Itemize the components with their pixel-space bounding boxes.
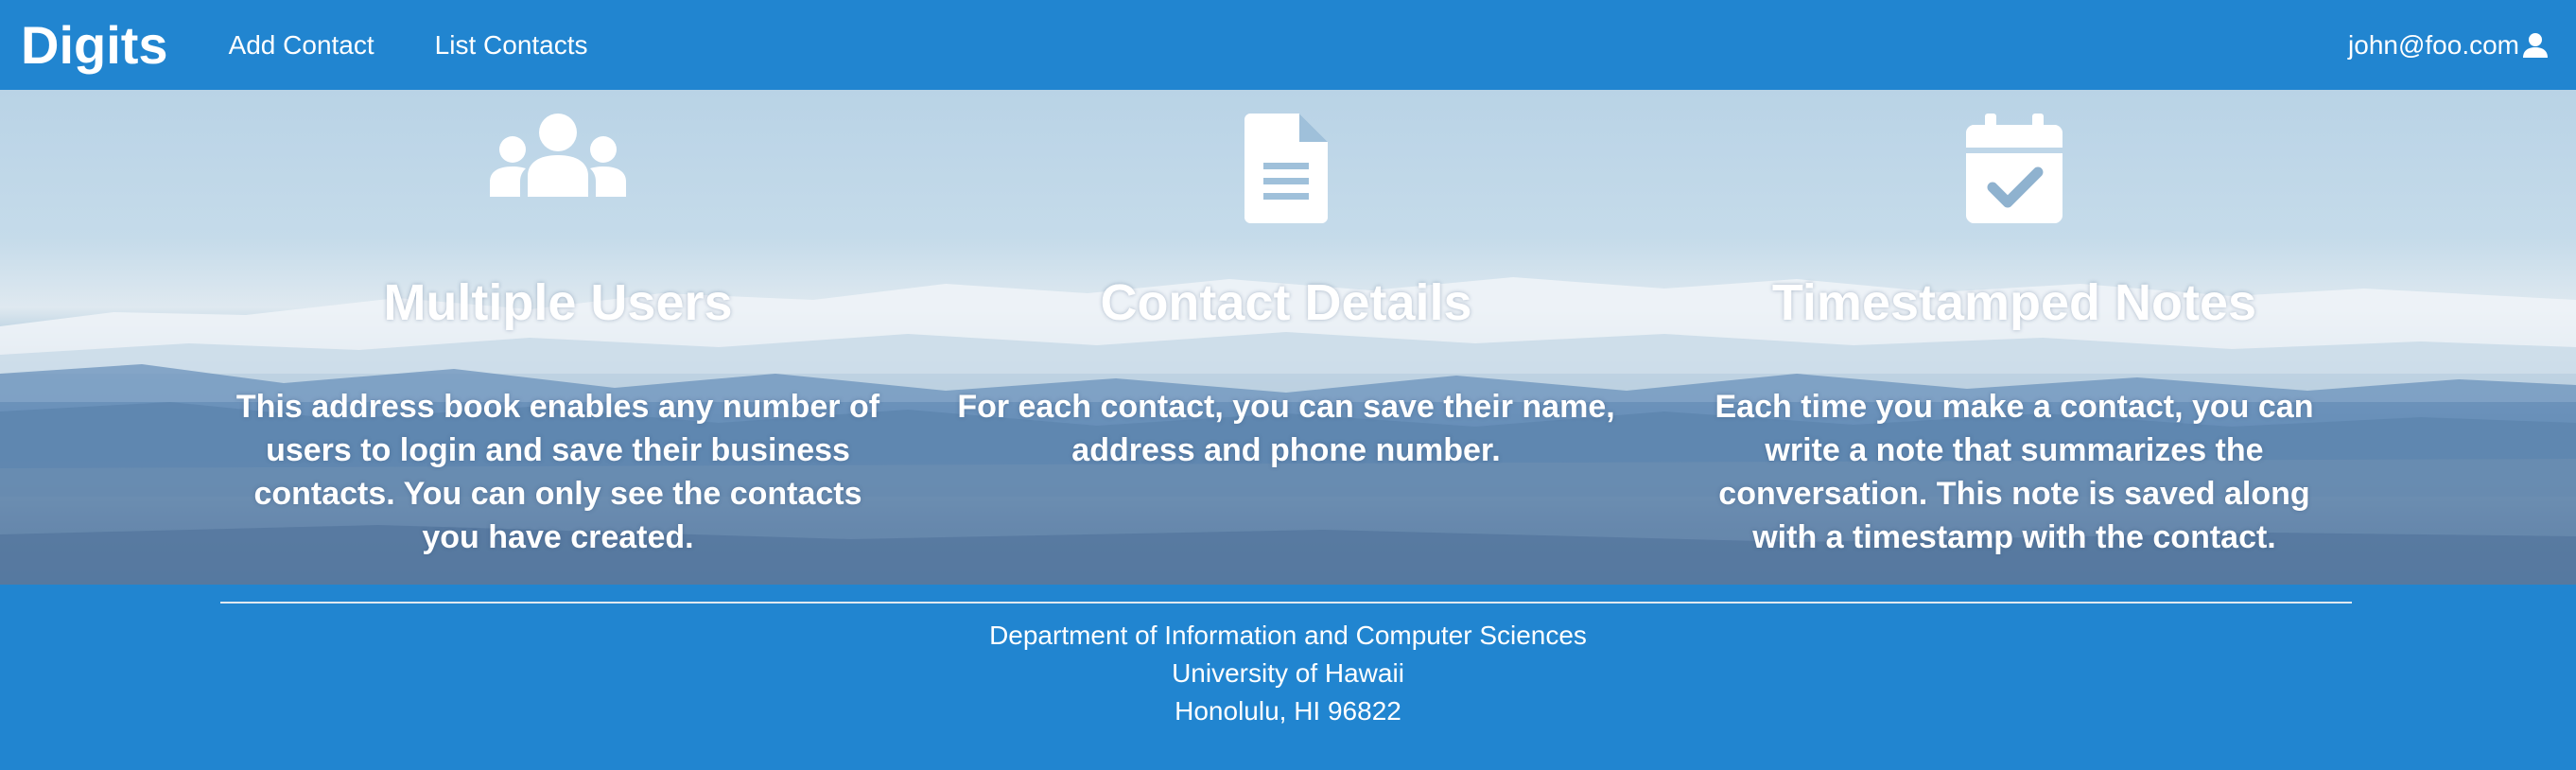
top-navbar: Digits Add Contact List Contacts john@fo… [0,0,2576,90]
footer-department: Department of Information and Computer S… [989,621,1587,650]
nav-list-contacts[interactable]: List Contacts [435,30,588,61]
feature-title: Multiple Users [383,274,733,331]
hero-banner: Multiple Users This address book enables… [0,90,2576,585]
feature-description: Each time you make a contact, you can wr… [1714,389,2314,555]
footer-university: University of Hawaii [1172,658,1404,688]
page-footer: Department of Information and Computer S… [0,585,2576,770]
footer-address: Honolulu, HI 96822 [1175,696,1401,726]
feature-description: For each contact, you can save their nam… [957,389,1615,468]
feature-columns: Multiple Users This address book enables… [0,90,2576,585]
calendar-check-icon [1966,114,2063,223]
brand-logo-link[interactable]: Digits [21,14,168,76]
feature-title: Contact Details [1100,274,1472,331]
users-icon [490,114,626,197]
feature-title: Timestamped Notes [1771,274,2257,331]
nav-add-contact[interactable]: Add Contact [229,30,374,61]
user-menu[interactable]: john@foo.com [2348,0,2550,90]
file-text-icon [1244,114,1328,223]
footer-divider [220,602,2352,604]
user-email: john@foo.com [2348,29,2519,60]
feature-description: This address book enables any number of … [235,389,880,555]
user-icon [2523,32,2548,58]
